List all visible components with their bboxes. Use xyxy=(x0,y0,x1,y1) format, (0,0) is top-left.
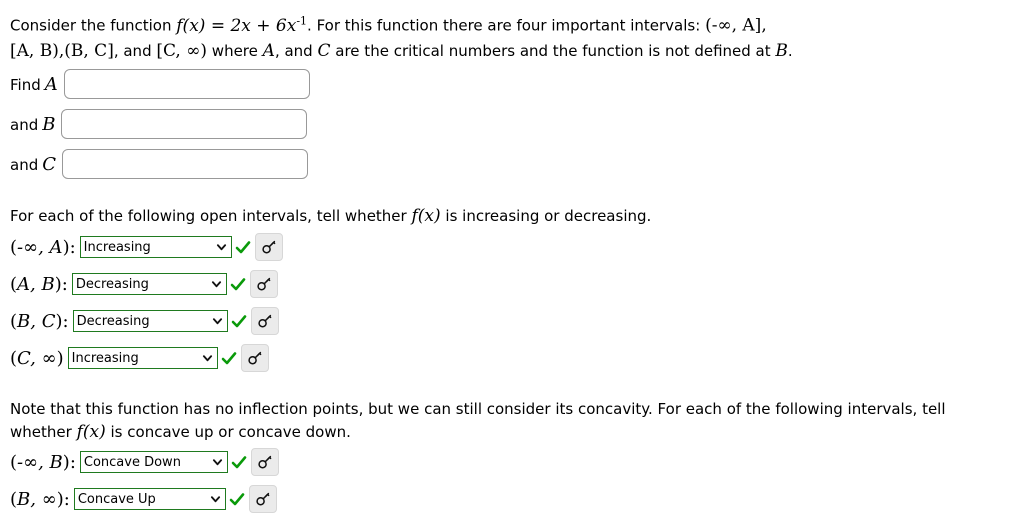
answer-input-A[interactable] xyxy=(63,69,310,99)
monotonicity-row-1: (-∞, A): Increasing xyxy=(10,232,283,262)
answer-key-button-3[interactable] xyxy=(250,307,279,335)
interval-neg-inf-A: (-∞, A] xyxy=(705,15,762,36)
concavity-prompt-line1: Note that this function has no inflectio… xyxy=(10,400,771,418)
interval-label-B-C: (B, C): xyxy=(10,310,69,332)
answer-key-icon xyxy=(257,314,271,328)
find-row-B: and B xyxy=(10,107,308,141)
answer-key-button-6[interactable] xyxy=(248,485,277,513)
answer-key-icon xyxy=(247,351,261,365)
answer-key-button-4[interactable] xyxy=(240,344,269,372)
monotonicity-select-2-value: Decreasing xyxy=(75,276,149,292)
interval-B-C: (B, C] xyxy=(64,40,114,61)
intro-text-part6: are the critical numbers and the functio… xyxy=(335,41,771,60)
concavity-row-2: (B, ∞): Concave Up xyxy=(10,484,277,514)
interval-label-B-inf: (B, ∞): xyxy=(10,488,70,510)
answer-key-button-1[interactable] xyxy=(254,233,283,261)
check-mark-correct-5 xyxy=(231,455,247,468)
variable-B: B xyxy=(775,40,788,61)
variable-C: C xyxy=(317,40,331,61)
monotonicity-select-2[interactable]: Decreasing xyxy=(71,273,227,295)
monotonicity-prompt-part1: For each of the following open intervals… xyxy=(10,207,407,225)
intro-text-part1: Consider the function xyxy=(10,16,172,35)
answer-key-button-2[interactable] xyxy=(249,270,278,298)
monotonicity-prompt: For each of the following open intervals… xyxy=(10,205,970,228)
check-mark-correct-2 xyxy=(230,277,246,290)
monotonicity-select-4[interactable]: Increasing xyxy=(67,347,218,369)
function-formula: f(x) = 2x + 6x-1 xyxy=(176,14,308,36)
find-row-C: and C xyxy=(10,147,309,181)
interval-C-inf: [C, ∞) xyxy=(156,40,208,61)
intro-text-part5: , and xyxy=(274,41,313,60)
chevron-down-icon xyxy=(202,355,212,362)
concavity-select-1[interactable]: Concave Down xyxy=(79,451,228,473)
answer-input-B[interactable] xyxy=(61,109,308,139)
find-label-A: Find A xyxy=(10,73,58,95)
check-mark-correct-3 xyxy=(231,314,246,327)
find-row-A: Find A xyxy=(10,67,310,101)
concavity-row-1: (-∞, B): Concave Down xyxy=(10,447,279,477)
monotonicity-row-2: (A, B): Decreasing xyxy=(10,269,278,299)
check-mark-correct-4 xyxy=(221,351,236,364)
chevron-down-icon xyxy=(210,496,220,503)
concavity-prompt-line2-part2: is concave up or concave down. xyxy=(110,423,351,441)
chevron-down-icon xyxy=(216,244,226,251)
interval-label-C-inf: (C, ∞) xyxy=(10,347,64,369)
interval-label-A-B: (A, B): xyxy=(10,273,68,295)
concavity-select-2[interactable]: Concave Up xyxy=(73,488,226,510)
interval-label-neg-inf-A: (-∞, A): xyxy=(10,236,76,258)
intro-comma-1: , xyxy=(761,15,767,36)
answer-key-icon xyxy=(258,455,272,469)
variable-A: A xyxy=(262,40,275,61)
answer-key-icon xyxy=(257,277,271,291)
check-mark-correct-1 xyxy=(235,240,250,253)
interval-A-B: [A, B) xyxy=(10,40,59,61)
find-label-C: and C xyxy=(10,153,57,175)
monotonicity-row-4: (C, ∞) Increasing xyxy=(10,343,269,373)
intro-text-part4: where xyxy=(211,41,258,60)
concavity-prompt: Note that this function has no inflectio… xyxy=(10,398,970,444)
concavity-select-1-value: Concave Down xyxy=(83,454,181,470)
intro-text-part2: . For this function there are four impor… xyxy=(307,16,701,35)
check-mark-correct-6 xyxy=(229,492,245,505)
intro-text-part3: , and xyxy=(113,41,152,60)
answer-key-icon xyxy=(262,240,276,254)
answer-key-icon xyxy=(256,492,270,506)
chevron-down-icon xyxy=(212,459,222,466)
monotonicity-select-1[interactable]: Increasing xyxy=(79,236,232,258)
find-label-B: and B xyxy=(10,113,56,135)
monotonicity-prompt-fx: f(x) xyxy=(411,206,441,226)
answer-input-C[interactable] xyxy=(62,149,309,179)
monotonicity-select-3[interactable]: Decreasing xyxy=(72,310,228,332)
monotonicity-select-1-value: Increasing xyxy=(83,239,151,255)
concavity-prompt-fx: f(x) xyxy=(76,422,106,442)
monotonicity-select-4-value: Increasing xyxy=(71,350,139,366)
problem-statement: Consider the function f(x) = 2x + 6x-1. … xyxy=(10,8,995,64)
intro-period: . xyxy=(787,41,793,60)
chevron-down-icon xyxy=(211,281,221,288)
monotonicity-prompt-part2: is increasing or decreasing. xyxy=(445,207,652,225)
monotonicity-row-3: (B, C): Decreasing xyxy=(10,306,279,336)
chevron-down-icon xyxy=(212,318,222,325)
interval-label-neg-inf-B: (-∞, B): xyxy=(10,451,76,473)
monotonicity-select-3-value: Decreasing xyxy=(76,313,150,329)
concavity-select-2-value: Concave Up xyxy=(77,491,156,507)
answer-key-button-5[interactable] xyxy=(250,448,279,476)
